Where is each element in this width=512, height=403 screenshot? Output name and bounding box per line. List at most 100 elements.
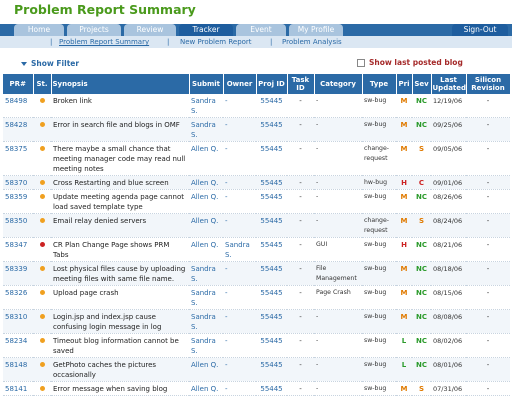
owner-link[interactable]: - [223, 117, 256, 142]
column-header[interactable]: Submit [189, 74, 224, 94]
owner-link[interactable]: - [223, 261, 256, 286]
project-id-link[interactable]: 55445 [256, 357, 287, 382]
table-row[interactable]: 58326 Upload page crash Sandra S. -55445- Pa… [3, 285, 510, 310]
synopsis-text[interactable]: CR Plan Change Page shows PRM Tabs [51, 237, 189, 262]
project-id-link[interactable]: 55445 [256, 141, 287, 176]
subnav-new-problem-report[interactable]: New Problem Report [180, 36, 252, 48]
project-id-link[interactable]: 55445 [256, 117, 287, 142]
synopsis-text[interactable]: GetPhoto caches the pictures occasionall… [51, 357, 189, 382]
submitter-link[interactable]: Sandra S. [189, 309, 223, 334]
table-row[interactable]: 58347 CR Plan Change Page shows PRM Tabs A… [3, 237, 510, 262]
submitter-link[interactable]: Sandra S. [189, 94, 223, 118]
column-header[interactable]: Category [314, 74, 363, 94]
owner-link[interactable]: - [223, 213, 256, 238]
owner-link[interactable]: - [223, 285, 256, 310]
owner-link[interactable]: - [223, 357, 256, 382]
column-header[interactable]: Proj ID [256, 74, 288, 94]
owner-link[interactable]: - [223, 141, 256, 176]
show-filter-toggle[interactable]: Show Filter [21, 59, 79, 68]
tab-tracker[interactable]: Tracker [179, 24, 233, 36]
pr-link[interactable]: 58234 [3, 333, 33, 358]
table-row[interactable]: 58359 Update meeting agenda page cannot l… [3, 189, 510, 214]
show-last-posted-blog-option[interactable]: Show last posted blog [357, 58, 463, 67]
project-id-link[interactable]: 55445 [256, 333, 287, 358]
synopsis-text[interactable]: Update meeting agenda page cannot load s… [51, 189, 189, 214]
table-row[interactable]: 58350 Email relay denied servers Allen Q. -… [3, 213, 510, 238]
submitter-link[interactable]: Allen Q. [189, 213, 223, 238]
column-header[interactable]: St. [33, 74, 52, 94]
project-id-link[interactable]: 55445 [256, 309, 287, 334]
table-row[interactable]: 58428 Error in search file and blogs in O… [3, 117, 510, 142]
sign-out-button[interactable]: Sign-Out [452, 24, 508, 36]
pr-link[interactable]: 58148 [3, 357, 33, 382]
owner-link[interactable]: - [223, 175, 256, 190]
column-header[interactable]: Last Updated [431, 74, 467, 94]
submitter-link[interactable]: Sandra S. [189, 117, 223, 142]
pr-link[interactable]: 58375 [3, 141, 33, 176]
pr-link[interactable]: 58359 [3, 189, 33, 214]
pr-link[interactable]: 58350 [3, 213, 33, 238]
synopsis-text[interactable]: Login.jsp and index.jsp cause confusing … [51, 309, 189, 334]
table-row[interactable]: 58370 Cross Restarting and blue screen All… [3, 175, 510, 190]
submitter-link[interactable]: Allen Q. [189, 189, 223, 214]
pr-link[interactable]: 58498 [3, 94, 33, 118]
table-row[interactable]: 58148 GetPhoto caches the pictures occasi… [3, 357, 510, 382]
column-header[interactable]: Synopsis [51, 74, 190, 94]
pr-link[interactable]: 58370 [3, 175, 33, 190]
tab-home[interactable]: Home [14, 24, 64, 36]
submitter-link[interactable]: Sandra S. [189, 285, 223, 310]
submitter-link[interactable]: Allen Q. [189, 357, 223, 382]
synopsis-text[interactable]: Error message when saving blog [51, 381, 189, 396]
project-id-link[interactable]: 55445 [256, 175, 287, 190]
column-header[interactable]: Pri [396, 74, 413, 94]
table-row[interactable]: 58339 Lost physical files cause by upload… [3, 261, 510, 286]
subnav-problem-report-summary[interactable]: Problem Report Summary [59, 36, 149, 48]
tab-review[interactable]: Review [124, 24, 176, 36]
pr-link[interactable]: 58310 [3, 309, 33, 334]
pr-link[interactable]: 58428 [3, 117, 33, 142]
subnav-problem-analysis[interactable]: Problem Analysis [282, 36, 342, 48]
synopsis-text[interactable]: Upload page crash [51, 285, 189, 310]
pr-link[interactable]: 58326 [3, 285, 33, 310]
owner-link[interactable]: - [223, 333, 256, 358]
table-row[interactable]: 58141 Error message when saving blog Allen… [3, 381, 510, 396]
show-last-posted-blog-checkbox[interactable] [357, 59, 365, 67]
submitter-link[interactable]: Allen Q. [189, 175, 223, 190]
pr-link[interactable]: 58141 [3, 381, 33, 396]
table-row[interactable]: 58375 There maybe a small chance that mee… [3, 141, 510, 176]
synopsis-text[interactable]: Error in search file and blogs in OMF [51, 117, 189, 142]
submitter-link[interactable]: Allen Q. [189, 381, 223, 396]
table-row[interactable]: 58310 Login.jsp and index.jsp cause confu… [3, 309, 510, 334]
column-header[interactable]: Task ID [287, 74, 315, 94]
synopsis-text[interactable]: Cross Restarting and blue screen [51, 175, 189, 190]
column-header[interactable]: Type [362, 74, 397, 94]
project-id-link[interactable]: 55445 [256, 285, 287, 310]
project-id-link[interactable]: 55445 [256, 94, 287, 118]
pr-link[interactable]: 58347 [3, 237, 33, 262]
column-header[interactable]: Owner [223, 74, 257, 94]
synopsis-text[interactable]: There maybe a small chance that meeting … [51, 141, 189, 176]
synopsis-text[interactable]: Timeout blog information cannot be saved [51, 333, 189, 358]
submitter-link[interactable]: Allen Q. [189, 141, 223, 176]
table-row[interactable]: 58498 Broken link Sandra S. -55445- - sw-bug M… [3, 94, 510, 118]
owner-link[interactable]: - [223, 94, 256, 118]
owner-link[interactable]: Sandra S. [223, 237, 256, 262]
project-id-link[interactable]: 55445 [256, 189, 287, 214]
column-header[interactable]: Silicon Revision [466, 74, 511, 94]
synopsis-text[interactable]: Lost physical files cause by uploading m… [51, 261, 189, 286]
table-row[interactable]: 58234 Timeout blog information cannot be … [3, 333, 510, 358]
synopsis-text[interactable]: Broken link [51, 94, 189, 118]
submitter-link[interactable]: Sandra S. [189, 333, 223, 358]
synopsis-text[interactable]: Email relay denied servers [51, 213, 189, 238]
project-id-link[interactable]: 55445 [256, 261, 287, 286]
tab-my-profile[interactable]: My Profile [289, 24, 343, 36]
project-id-link[interactable]: 55445 [256, 237, 287, 262]
owner-link[interactable]: - [223, 381, 256, 396]
submitter-link[interactable]: Sandra S. [189, 261, 223, 286]
project-id-link[interactable]: 55445 [256, 213, 287, 238]
owner-link[interactable]: - [223, 309, 256, 334]
column-header[interactable]: PR# [3, 74, 34, 94]
tab-projects[interactable]: Projects [67, 24, 121, 36]
project-id-link[interactable]: 55445 [256, 381, 287, 396]
column-header[interactable]: Sev [412, 74, 432, 94]
